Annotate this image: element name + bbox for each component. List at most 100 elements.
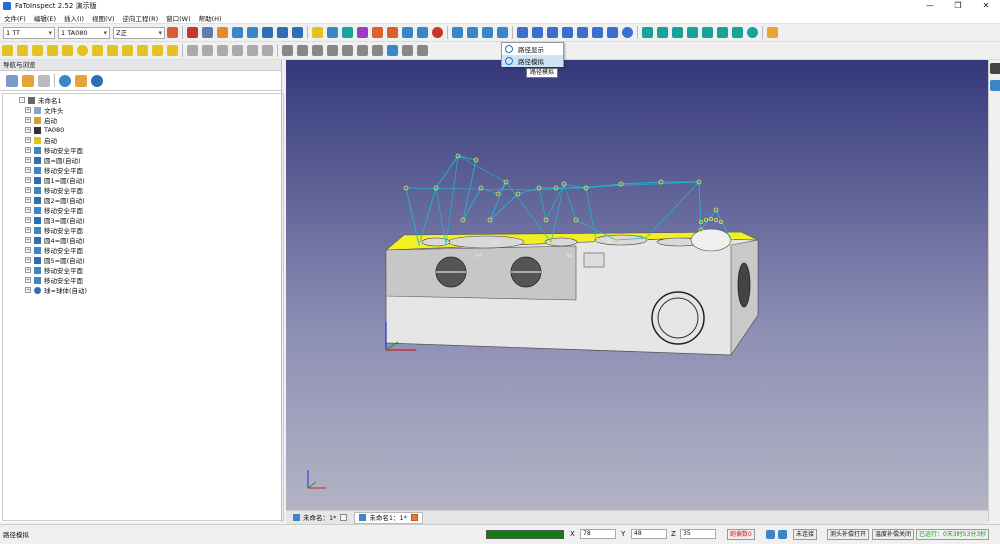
ellipse-icon[interactable] (92, 45, 103, 56)
intersect-icon[interactable] (262, 45, 273, 56)
expand-icon[interactable]: + (25, 127, 31, 133)
tab-document-1[interactable]: 未命名：1* (289, 512, 351, 524)
probe-plane-icon[interactable] (357, 27, 368, 38)
save-view-icon[interactable] (990, 63, 1000, 74)
construct-plane-icon[interactable] (642, 27, 653, 38)
menu-edit[interactable]: 编辑(E) (30, 13, 60, 23)
target-icon[interactable] (372, 27, 383, 38)
construct-slot-icon[interactable] (687, 27, 698, 38)
feature-ball-icon[interactable] (622, 27, 633, 38)
tree-item[interactable]: + 圆3=圆(自动) (25, 215, 85, 225)
translate-icon[interactable] (232, 45, 243, 56)
report-icon[interactable] (497, 27, 508, 38)
cyl-meas-icon[interactable] (357, 45, 368, 56)
cone-icon[interactable] (152, 45, 163, 56)
tree-item[interactable]: + 移动安全平面 (25, 145, 83, 155)
expand-icon[interactable]: + (25, 197, 31, 203)
tree-item[interactable]: + 移动安全平面 (25, 275, 83, 285)
cone-meas-icon[interactable] (372, 45, 383, 56)
undo-icon[interactable] (22, 74, 34, 87)
point-icon[interactable] (282, 45, 293, 56)
unlink-icon[interactable] (778, 530, 787, 539)
expand-icon[interactable]: + (25, 217, 31, 223)
tree-item[interactable]: + 移动安全平面 (25, 185, 83, 195)
menu-item-path-simulate[interactable]: 路径模拟 (502, 55, 563, 67)
tree-item[interactable]: + 文件头 (25, 105, 64, 115)
offset-icon[interactable] (217, 45, 228, 56)
feature-plane-icon[interactable] (517, 27, 528, 38)
probe-combo[interactable]: 1 TT (3, 26, 55, 39)
tree-item[interactable]: + 启动 (25, 135, 57, 145)
import-icon[interactable] (292, 27, 303, 38)
rect-icon[interactable] (62, 45, 73, 56)
arrow-icon[interactable] (312, 27, 323, 38)
menu-item-path-display[interactable]: 路径显示 (502, 43, 563, 55)
disable-icon[interactable] (91, 74, 103, 87)
segment-icon[interactable] (297, 45, 308, 56)
expand-icon[interactable]: + (25, 137, 31, 143)
tree-icon[interactable] (6, 74, 18, 87)
tree-item[interactable]: + 移动安全平面 (25, 265, 83, 275)
record-icon[interactable] (187, 27, 198, 38)
expand-icon[interactable]: + (25, 117, 31, 123)
expand-icon[interactable]: + (25, 237, 31, 243)
construct-line-icon[interactable] (657, 27, 668, 38)
menu-view[interactable]: 视图(V) (88, 13, 119, 23)
arc-icon[interactable] (32, 45, 43, 56)
feature-sphere-icon[interactable] (592, 27, 603, 38)
expand-icon[interactable]: + (25, 267, 31, 273)
polyline-icon[interactable] (312, 45, 323, 56)
pick-icon[interactable] (262, 27, 273, 38)
maximize-button[interactable]: ❐ (944, 0, 972, 12)
mirror-icon[interactable] (187, 45, 198, 56)
print-icon[interactable] (482, 27, 493, 38)
expand-icon[interactable]: + (25, 157, 31, 163)
construct-sphere-icon[interactable] (747, 27, 758, 38)
feature-point-icon[interactable] (607, 27, 618, 38)
stop-icon[interactable] (432, 27, 443, 38)
feature-line-icon[interactable] (532, 27, 543, 38)
direction-combo[interactable]: Z正 (113, 26, 165, 39)
project-icon[interactable] (247, 45, 258, 56)
close-tab-icon[interactable] (410, 514, 418, 521)
angle-icon[interactable] (107, 45, 118, 56)
expand-icon[interactable]: + (25, 227, 31, 233)
tab-document-2[interactable]: 未命名1：1* (354, 511, 423, 524)
close-button[interactable]: ✕ (972, 0, 1000, 12)
tree-item[interactable]: + 移动安全平面 (25, 165, 83, 175)
tree-item[interactable]: + TA080 (25, 125, 64, 135)
expand-icon[interactable]: + (25, 187, 31, 193)
tree-root[interactable]: - 未命名1 (19, 95, 62, 105)
tree-item[interactable]: + 圆1=圆(自动) (25, 175, 85, 185)
tree-item[interactable]: + 圆5=圆(自动) (25, 255, 85, 265)
tree-item[interactable]: + 圆4=圆(自动) (25, 235, 85, 245)
hole-icon[interactable] (342, 45, 353, 56)
expand-icon[interactable]: + (25, 177, 31, 183)
redo-icon[interactable] (38, 74, 50, 87)
line2-icon[interactable] (17, 45, 28, 56)
tree-item[interactable]: + 移动安全平面 (25, 225, 83, 235)
tip-combo[interactable]: 1 TA080 (58, 26, 110, 39)
tree-item[interactable]: + 圆=圆(自动) (25, 155, 81, 165)
save-icon[interactable] (467, 27, 478, 38)
properties-icon[interactable] (990, 80, 1000, 91)
next-icon[interactable] (402, 45, 413, 56)
slot-icon[interactable] (47, 45, 58, 56)
cylinder-icon[interactable] (137, 45, 148, 56)
construct-circle-icon[interactable] (672, 27, 683, 38)
coordinate-icon[interactable] (387, 27, 398, 38)
lock-icon[interactable] (75, 74, 87, 87)
doc-icon[interactable] (452, 27, 463, 38)
tree-item[interactable]: + 圆2=圆(自动) (25, 195, 85, 205)
expand-icon[interactable]: + (25, 247, 31, 253)
circle-icon[interactable] (77, 45, 88, 56)
menu-file[interactable]: 文件(F) (0, 13, 30, 23)
surface-icon[interactable] (342, 27, 353, 38)
cube-view-icon[interactable] (232, 27, 243, 38)
3d-viewport[interactable]: R8 R4 R8 R8 R1 (286, 60, 988, 510)
axis-view-icon[interactable] (247, 27, 258, 38)
tree-item[interactable]: + 球=球体(自动) (25, 285, 87, 295)
fit-icon[interactable] (202, 27, 213, 38)
minimize-button[interactable]: — (916, 0, 944, 12)
expand-icon[interactable]: + (25, 277, 31, 283)
